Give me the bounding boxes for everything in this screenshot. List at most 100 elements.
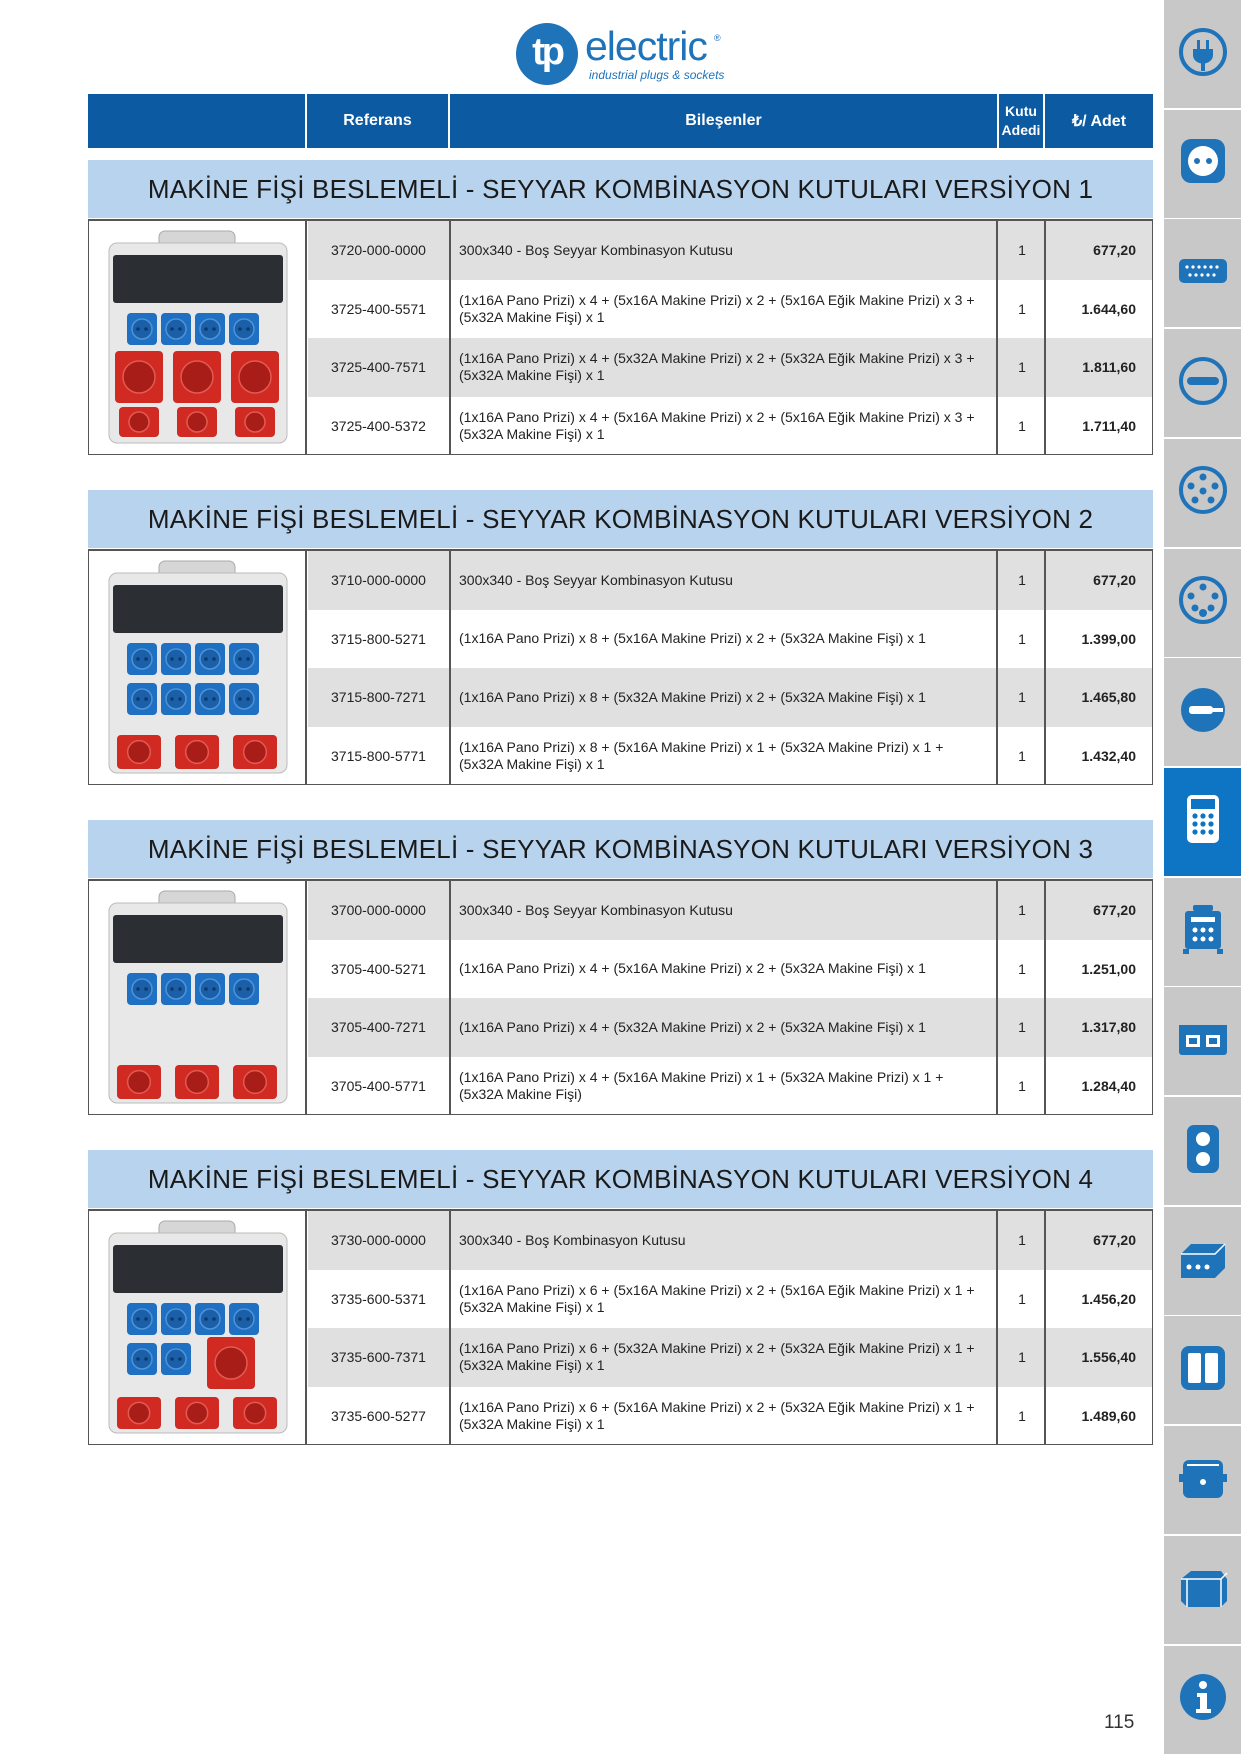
- sidebar-tab-enclosure[interactable]: [1164, 1426, 1241, 1535]
- price-cell: 1.489,60: [1081, 1407, 1137, 1424]
- junction-box-icon: [1177, 1232, 1229, 1289]
- box-quantity-cell: 1: [1000, 1211, 1046, 1270]
- price-cell: 677,20: [1093, 242, 1136, 259]
- table-row: 3725-400-7571 (1x16A Pano Prizi) x 4 + (5…: [308, 338, 1152, 397]
- reference-cell: 3735-600-5371: [308, 1269, 451, 1328]
- product-section: MAKİNE FİŞİ BESLEMELİ - SEYYAR KOMBİNASY…: [88, 820, 1153, 1115]
- sidebar-tab-box-3d[interactable]: [1164, 1535, 1241, 1644]
- components-cell: 300x340 - Boş Seyyar Kombinasyon Kutusu: [451, 221, 998, 280]
- header-components: Bileşenler: [685, 112, 762, 129]
- sidebar-tab-double-panel[interactable]: [1164, 1316, 1241, 1425]
- box-quantity-cell: 1: [1000, 609, 1046, 668]
- reference-cell: 3705-400-5771: [308, 1056, 451, 1115]
- sidebar-tab-info[interactable]: [1164, 1645, 1241, 1754]
- sidebar-tab-round-connector[interactable]: [1164, 329, 1241, 438]
- table-row: 3715-800-5271 (1x16A Pano Prizi) x 8 + (5…: [308, 609, 1152, 668]
- table-row: 3705-400-5271 (1x16A Pano Prizi) x 4 + (5…: [308, 939, 1152, 998]
- box-quantity-cell: 1: [1000, 881, 1046, 940]
- box-quantity-cell: 1: [1000, 338, 1046, 397]
- product-table: 3700-000-0000 300x340 - Boş Seyyar Kombin…: [88, 879, 1153, 1115]
- section-title: MAKİNE FİŞİ BESLEMELİ - SEYYAR KOMBİNASY…: [88, 820, 1153, 878]
- reference-cell: 3720-000-0000: [308, 221, 451, 280]
- reference-cell: 3700-000-0000: [308, 881, 451, 940]
- table-row: 3700-000-0000 300x340 - Boş Seyyar Kombin…: [308, 881, 1152, 940]
- reference-cell: 3715-800-5271: [308, 609, 451, 668]
- box-quantity-cell: 1: [1000, 396, 1046, 455]
- sidebar-tab-distribution-box[interactable]: [1164, 877, 1241, 986]
- sidebar-tab-panel-box[interactable]: [1164, 987, 1241, 1096]
- price-cell: 677,20: [1093, 1232, 1136, 1249]
- socket-with-indicator-icon: [1177, 574, 1229, 631]
- reference-cell: 3725-400-7571: [308, 338, 451, 397]
- table-row: 3725-400-5372 (1x16A Pano Prizi) x 4 + (5…: [308, 396, 1152, 455]
- price-cell: 677,20: [1093, 902, 1136, 919]
- sidebar-tab-dual-socket[interactable]: [1164, 1097, 1241, 1205]
- table-row: 3730-000-0000 300x340 - Boş Kombinasyon K…: [308, 1211, 1152, 1270]
- reference-cell: 3725-400-5372: [308, 396, 451, 455]
- price-cell: 1.251,00: [1081, 960, 1137, 977]
- price-cell: 1.644,60: [1081, 300, 1137, 317]
- price-cell: 1.811,60: [1082, 359, 1136, 376]
- panel-box-icon: [1177, 1013, 1229, 1070]
- box-quantity-cell: 1: [1000, 1328, 1046, 1387]
- price-cell: 677,20: [1093, 572, 1136, 589]
- socket-icon: [1177, 135, 1229, 192]
- header-box-quantity: Kutu Adedi: [1001, 103, 1041, 138]
- box-quantity-cell: 1: [1000, 1386, 1046, 1445]
- components-cell: (1x16A Pano Prizi) x 6 + (5x16A Makine P…: [451, 1269, 998, 1328]
- components-cell: 300x340 - Boş Kombinasyon Kutusu: [451, 1211, 998, 1270]
- reference-cell: 3705-400-5271: [308, 939, 451, 998]
- product-table: 3730-000-0000 300x340 - Boş Kombinasyon K…: [88, 1209, 1153, 1445]
- sidebar-tab-five-pin-socket[interactable]: [1164, 438, 1241, 547]
- product-image: [89, 551, 307, 784]
- box-quantity-cell: 1: [1000, 221, 1046, 280]
- box-quantity-cell: 1: [1000, 279, 1046, 338]
- components-cell: (1x16A Pano Prizi) x 8 + (5x16A Makine P…: [451, 726, 998, 785]
- sidebar-tab-socket[interactable]: [1164, 109, 1241, 218]
- components-cell: 300x340 - Boş Seyyar Kombinasyon Kutusu: [451, 551, 998, 610]
- components-cell: (1x16A Pano Prizi) x 4 + (5x16A Makine P…: [451, 1056, 998, 1115]
- table-row: 3720-000-0000 300x340 - Boş Seyyar Kombin…: [308, 221, 1152, 280]
- sidebar-tab-inlet-plug[interactable]: [1164, 658, 1241, 767]
- box-quantity-cell: 1: [1000, 726, 1046, 785]
- box-quantity-cell: 1: [1000, 998, 1046, 1057]
- product-section: MAKİNE FİŞİ BESLEMELİ - SEYYAR KOMBİNASY…: [88, 160, 1153, 455]
- sidebar-tab-junction-box[interactable]: [1164, 1206, 1241, 1315]
- product-section: MAKİNE FİŞİ BESLEMELİ - SEYYAR KOMBİNASY…: [88, 490, 1153, 785]
- category-sidebar: [1164, 0, 1241, 1754]
- brand-mark: tp: [516, 23, 578, 85]
- components-cell: (1x16A Pano Prizi) x 6 + (5x16A Makine P…: [451, 1386, 998, 1445]
- registered-mark: ®: [714, 33, 721, 43]
- components-cell: (1x16A Pano Prizi) x 4 + (5x16A Makine P…: [451, 396, 998, 455]
- header-reference: Referans: [343, 112, 412, 129]
- header-price: ₺/ Adet: [1071, 113, 1127, 130]
- box-3d-icon: [1177, 1561, 1229, 1618]
- product-image: [89, 221, 307, 454]
- five-pin-socket-icon: [1177, 464, 1229, 521]
- multi-pin-connector-icon: [1177, 245, 1229, 302]
- price-cell: 1.432,40: [1081, 747, 1137, 764]
- dual-socket-icon: [1177, 1123, 1229, 1180]
- sidebar-tab-plug[interactable]: [1164, 0, 1241, 108]
- reference-cell: 3705-400-7271: [308, 998, 451, 1057]
- price-cell: 1.465,80: [1081, 689, 1137, 706]
- table-row: 3710-000-0000 300x340 - Boş Seyyar Kombin…: [308, 551, 1152, 610]
- price-cell: 1.711,40: [1082, 417, 1136, 434]
- double-panel-icon: [1177, 1342, 1229, 1399]
- table-row: 3735-600-5277 (1x16A Pano Prizi) x 6 + (5…: [308, 1386, 1152, 1445]
- components-cell: 300x340 - Boş Seyyar Kombinasyon Kutusu: [451, 881, 998, 940]
- distribution-box-icon: [1177, 903, 1229, 960]
- box-quantity-cell: 1: [1000, 939, 1046, 998]
- sidebar-tab-multi-pin-connector[interactable]: [1164, 219, 1241, 328]
- inlet-plug-icon: [1177, 684, 1229, 741]
- box-quantity-cell: 1: [1000, 1056, 1046, 1115]
- table-row: 3735-600-5371 (1x16A Pano Prizi) x 6 + (5…: [308, 1269, 1152, 1328]
- reference-cell: 3710-000-0000: [308, 551, 451, 610]
- sidebar-tab-socket-with-indicator[interactable]: [1164, 548, 1241, 657]
- product-table: 3710-000-0000 300x340 - Boş Seyyar Kombin…: [88, 549, 1153, 785]
- components-cell: (1x16A Pano Prizi) x 6 + (5x32A Makine P…: [451, 1328, 998, 1387]
- components-cell: (1x16A Pano Prizi) x 8 + (5x16A Makine P…: [451, 609, 998, 668]
- table-row: 3705-400-7271 (1x16A Pano Prizi) x 4 + (5…: [308, 998, 1152, 1057]
- sidebar-tab-combination-box[interactable]: [1164, 767, 1241, 876]
- box-quantity-cell: 1: [1000, 551, 1046, 610]
